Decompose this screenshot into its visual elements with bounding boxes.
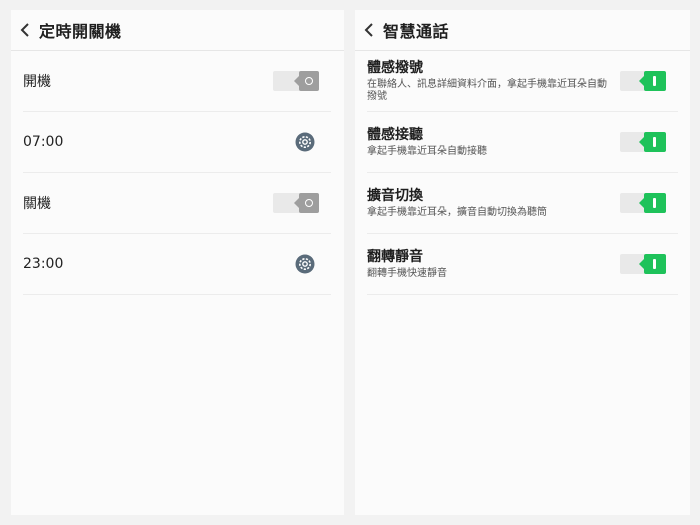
power-off-toggle[interactable] xyxy=(273,193,319,213)
gesture-dial-desc: 在聯絡人、訊息詳細資料介面，拿起手機靠近耳朵自動撥號 xyxy=(367,78,607,102)
power-off-time: 23:00 xyxy=(23,256,64,272)
power-on-time: 07:00 xyxy=(23,134,64,150)
power-on-toggle[interactable] xyxy=(273,71,319,91)
back-icon[interactable] xyxy=(19,20,31,40)
speaker-switch-toggle[interactable] xyxy=(620,193,666,213)
back-icon[interactable] xyxy=(363,20,375,40)
gesture-dial-title: 體感撥號 xyxy=(367,59,423,76)
flip-mute-toggle[interactable] xyxy=(620,254,666,274)
flip-mute-row[interactable]: 翻轉靜音 翻轉手機快速靜音 xyxy=(367,234,678,295)
power-on-row[interactable]: 開機 xyxy=(23,51,331,112)
power-off-label: 關機 xyxy=(23,196,51,212)
smart-call-panel: 智慧通話 體感撥號 在聯絡人、訊息詳細資料介面，拿起手機靠近耳朵自動撥號 體感接… xyxy=(355,10,690,515)
gesture-answer-toggle[interactable] xyxy=(620,132,666,152)
gesture-dial-toggle[interactable] xyxy=(620,71,666,91)
left-header: 定時開關機 xyxy=(11,10,344,51)
page-title: 智慧通話 xyxy=(383,22,450,41)
speaker-switch-row[interactable]: 擴音切換 拿起手機靠近耳朵，擴音自動切換為聽筒 xyxy=(367,173,678,234)
power-on-label: 開機 xyxy=(23,74,51,90)
gesture-answer-title: 體感接聽 xyxy=(367,126,423,143)
speaker-switch-title: 擴音切換 xyxy=(367,187,423,204)
speaker-switch-desc: 拿起手機靠近耳朵，擴音自動切換為聽筒 xyxy=(367,206,547,218)
power-off-row[interactable]: 關機 xyxy=(23,173,331,234)
power-on-time-row[interactable]: 07:00 xyxy=(23,112,331,173)
gesture-dial-row[interactable]: 體感撥號 在聯絡人、訊息詳細資料介面，拿起手機靠近耳朵自動撥號 xyxy=(367,51,678,112)
gesture-answer-desc: 拿起手機靠近耳朵自動接聽 xyxy=(367,145,487,157)
power-off-time-row[interactable]: 23:00 xyxy=(23,234,331,295)
gear-icon[interactable] xyxy=(295,132,315,152)
flip-mute-desc: 翻轉手機快速靜音 xyxy=(367,267,447,279)
flip-mute-title: 翻轉靜音 xyxy=(367,248,423,265)
gesture-answer-row[interactable]: 體感接聽 拿起手機靠近耳朵自動接聽 xyxy=(367,112,678,173)
gear-icon[interactable] xyxy=(295,254,315,274)
scheduled-power-panel: 定時開關機 開機 07:00 關機 23:00 xyxy=(11,10,344,515)
right-header: 智慧通話 xyxy=(355,10,690,51)
page-title: 定時開關機 xyxy=(39,22,122,41)
